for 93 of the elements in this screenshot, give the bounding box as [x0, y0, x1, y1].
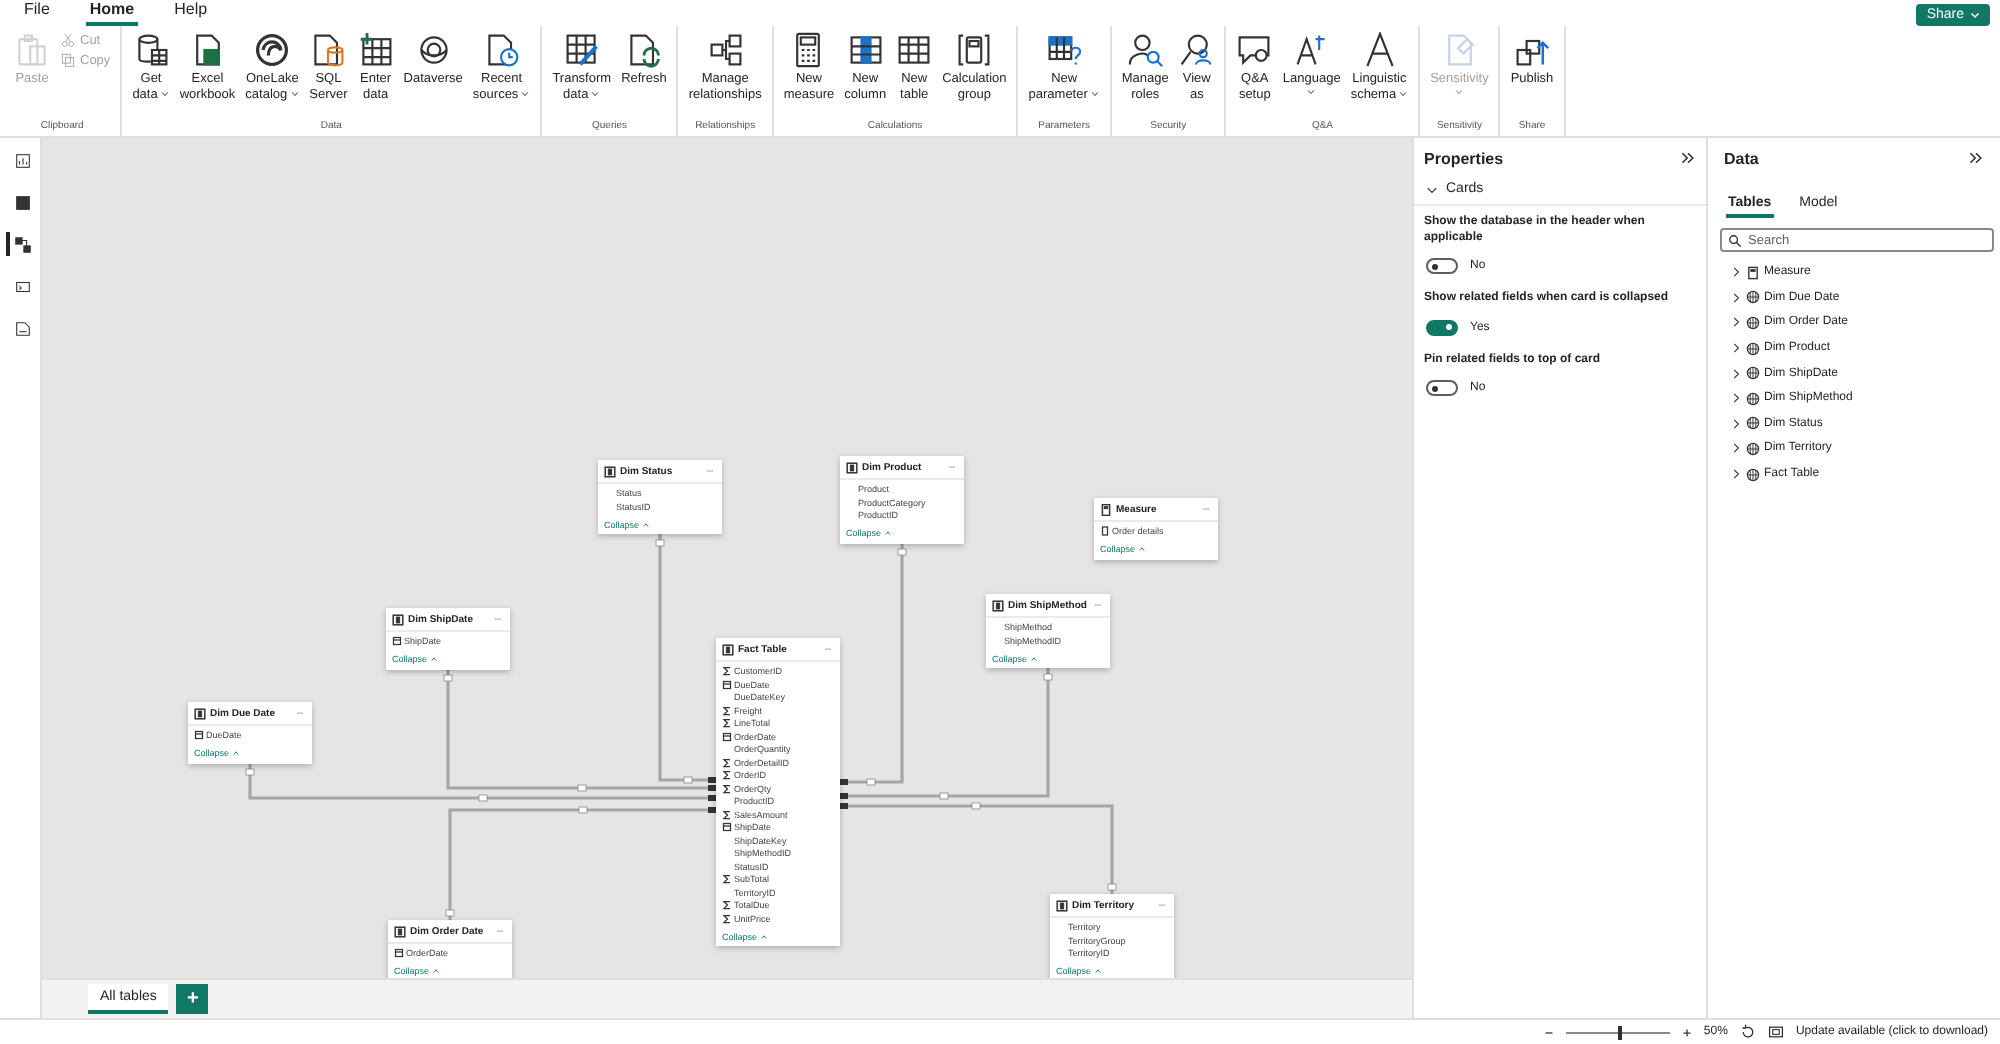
table-column-icon — [847, 32, 884, 68]
table-icon — [1746, 366, 1760, 381]
toggle-switch[interactable] — [1426, 380, 1458, 396]
panel-title: Data — [1724, 149, 1759, 167]
table-icon — [1746, 467, 1760, 482]
clipboard-icon — [14, 32, 50, 68]
sigma-icon — [722, 666, 732, 677]
model-view-icon[interactable] — [6, 232, 34, 256]
language-icon — [1293, 32, 1330, 68]
scissors-icon — [60, 32, 76, 48]
document-clock-icon — [483, 32, 520, 68]
calendar-icon — [722, 731, 732, 742]
chevron-up-icon — [429, 656, 438, 662]
table-icon — [846, 461, 858, 473]
fit-to-screen-icon — [1767, 1024, 1784, 1040]
database-icon — [133, 32, 170, 68]
view-glyph-icon — [13, 151, 31, 169]
caret-icon — [520, 90, 531, 98]
table-icon — [392, 613, 404, 625]
table-icon — [992, 599, 1004, 611]
panel-title: Properties — [1424, 149, 1504, 167]
menu-tab[interactable]: File — [20, 0, 54, 26]
caret-icon — [1089, 90, 1100, 98]
swirl-icon — [415, 32, 452, 68]
reset-icon — [1739, 1024, 1756, 1040]
chevron-up-icon — [759, 933, 768, 939]
caret-icon — [1398, 90, 1409, 98]
chevron-up-icon — [431, 968, 440, 974]
person-search-icon — [1127, 32, 1164, 68]
double-chevron-icon — [1968, 150, 1984, 166]
view-glyph-icon — [13, 235, 31, 253]
calendar-icon — [394, 948, 404, 959]
caret-icon — [590, 90, 601, 98]
calculator-icon — [1100, 503, 1112, 515]
linguistic-schema-icon — [1361, 32, 1398, 68]
view-glyph-icon — [13, 277, 31, 295]
calendar-icon — [722, 822, 732, 833]
table-icon — [604, 465, 616, 477]
circle-swirl-icon — [254, 32, 291, 68]
calendar-icon — [194, 730, 204, 741]
chevron-up-icon — [1093, 968, 1102, 974]
caret-icon — [289, 90, 300, 98]
caret-icon — [159, 90, 170, 98]
table-icon — [1746, 341, 1760, 356]
calculator-icon — [1100, 526, 1110, 537]
table-icon — [1746, 416, 1760, 431]
sigma-icon — [722, 809, 732, 820]
chevron-up-icon — [883, 530, 892, 536]
caret-icon — [1454, 88, 1465, 96]
relationship-boxes-icon — [707, 32, 744, 68]
table-icon — [1746, 441, 1760, 456]
toggle-switch[interactable] — [1426, 319, 1458, 335]
calendar-icon — [392, 636, 402, 647]
server-icon — [310, 32, 347, 68]
view-glyph-icon — [13, 319, 31, 337]
chevron-up-icon — [641, 521, 650, 527]
collapse-pane-button[interactable] — [1968, 150, 1984, 166]
toggle-switch[interactable] — [1426, 258, 1458, 274]
copy-icon — [60, 52, 76, 68]
chevron-up-icon — [1029, 655, 1038, 661]
table-icon — [394, 925, 406, 937]
chevron-icon — [1426, 183, 1438, 195]
search-icon — [1728, 233, 1742, 247]
table-icon — [194, 707, 206, 719]
chevron-up-icon — [231, 750, 240, 756]
table-icon — [1056, 899, 1068, 911]
caret-icon — [1306, 88, 1317, 96]
double-chevron-icon — [1680, 150, 1696, 166]
person-view-icon — [1178, 32, 1215, 68]
bracket-calculator-icon — [956, 32, 993, 68]
zoom-out-icon — [1543, 1027, 1554, 1037]
table-add-icon — [357, 32, 394, 68]
table-icon — [1746, 290, 1760, 305]
table-icon — [896, 32, 933, 68]
collapse-pane-button[interactable] — [1680, 150, 1696, 166]
table-icon — [722, 643, 734, 655]
view-glyph-icon — [13, 193, 31, 211]
table-pencil-icon — [563, 32, 600, 68]
zoom-thumb[interactable] — [1617, 1025, 1622, 1039]
add-tab-button[interactable]: + — [176, 984, 209, 1014]
calculator-icon — [1746, 265, 1760, 280]
table-question-icon — [1046, 32, 1083, 68]
chevron-up-icon — [1137, 546, 1146, 552]
calendar-icon — [722, 679, 732, 690]
menu-tab[interactable]: Help — [170, 0, 212, 26]
zoom-in-icon — [1681, 1027, 1692, 1037]
speech-bubble-gear-icon — [1236, 32, 1273, 68]
table-card[interactable] — [716, 638, 840, 946]
table-icon — [1746, 315, 1760, 330]
table-icon — [1746, 391, 1760, 406]
caret-icon — [1970, 10, 1980, 20]
sigma-icon — [722, 874, 732, 885]
document-refresh-icon — [625, 32, 662, 68]
